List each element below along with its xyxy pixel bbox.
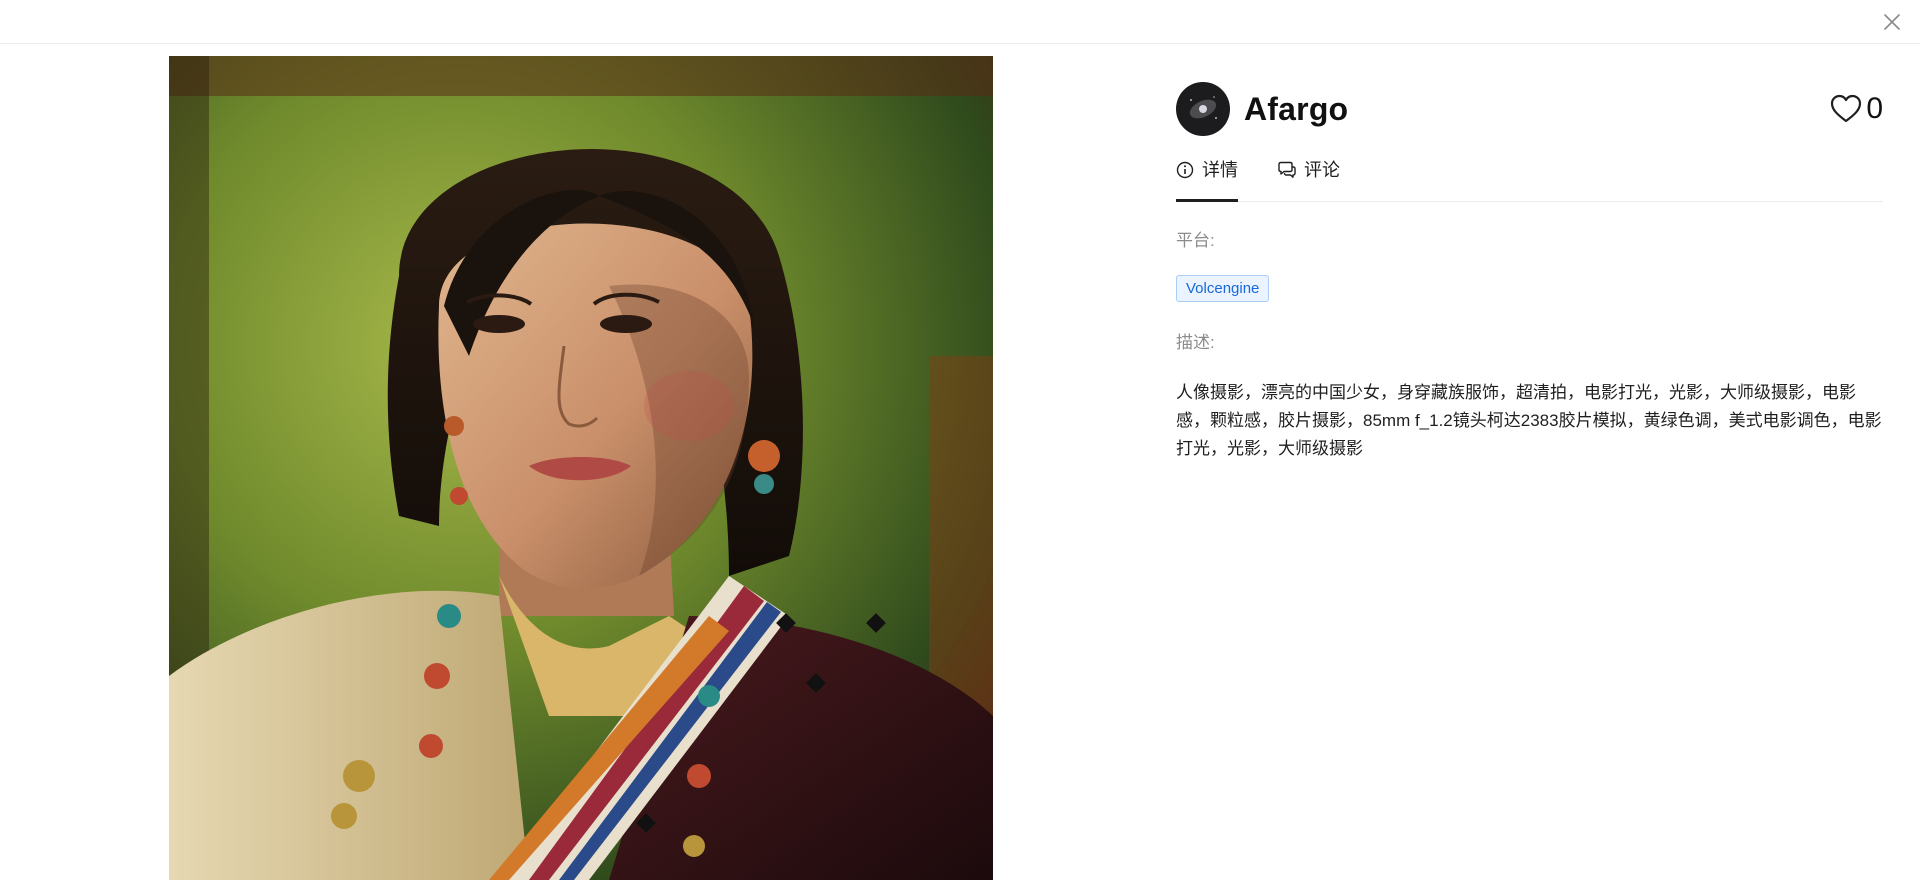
artwork-image — [169, 56, 993, 880]
author-name[interactable]: Afargo — [1244, 91, 1348, 128]
top-bar — [0, 0, 1920, 44]
comment-icon — [1278, 161, 1296, 178]
heart-icon — [1831, 94, 1862, 123]
info-icon — [1176, 161, 1194, 179]
author-row: Afargo 0 — [1176, 80, 1883, 138]
tab-details[interactable]: 详情 — [1176, 160, 1238, 202]
detail-panel: Afargo 0 详情 评论 平台: Volcengine 描述: 人像摄影，漂… — [1176, 80, 1883, 463]
tab-comments-label: 评论 — [1304, 160, 1340, 180]
like-button[interactable]: 0 — [1830, 92, 1883, 126]
close-icon — [1884, 14, 1900, 30]
tab-details-label: 详情 — [1202, 160, 1238, 180]
platform-label: 平台: — [1176, 231, 1215, 250]
platform-tag[interactable]: Volcengine — [1176, 275, 1270, 302]
avatar[interactable] — [1176, 82, 1230, 136]
tab-bar: 详情 评论 — [1176, 160, 1883, 202]
description-label: 描述: — [1176, 333, 1215, 352]
like-count: 0 — [1866, 92, 1883, 125]
close-button[interactable] — [1880, 10, 1904, 34]
tab-comments[interactable]: 评论 — [1276, 160, 1340, 201]
description-text: 人像摄影，漂亮的中国少女，身穿藏族服饰，超清拍，电影打光，光影，大师级摄影，电影… — [1176, 383, 1882, 458]
